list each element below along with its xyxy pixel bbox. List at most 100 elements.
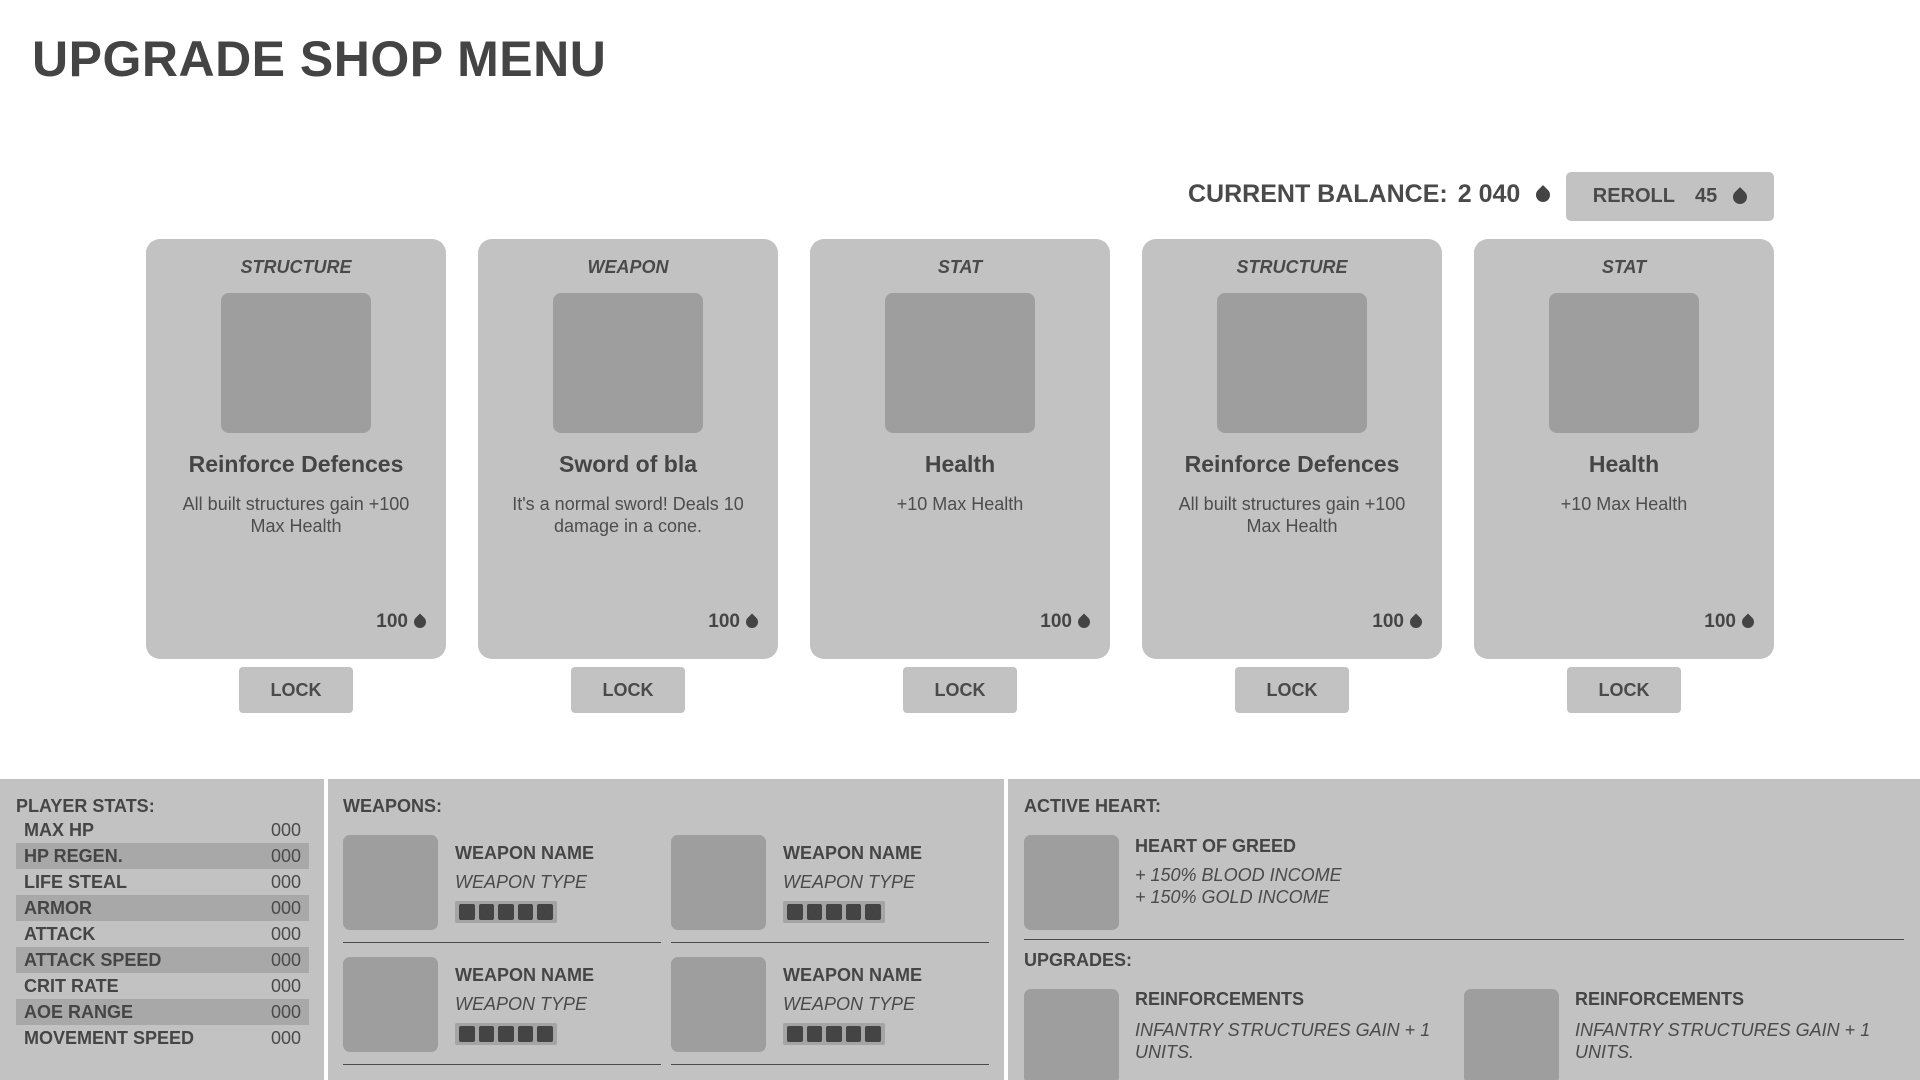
weapon-image-placeholder	[671, 835, 766, 930]
pip	[845, 904, 862, 920]
stat-row: AOE RANGE 000	[16, 999, 309, 1025]
stat-value: 000	[270, 975, 301, 996]
weapon-level-pips	[783, 1023, 885, 1045]
reroll-button[interactable]: REROLL 45	[1566, 172, 1774, 221]
stat-row: CRIT RATE 000	[16, 973, 309, 999]
card-cost: 100	[1704, 611, 1757, 633]
pip	[537, 904, 553, 920]
pip	[537, 1026, 553, 1042]
card-type: STRUCTURE	[1236, 257, 1348, 277]
card-cost: 100	[1040, 611, 1093, 633]
card-type: STAT	[1601, 257, 1647, 277]
pip	[806, 904, 823, 920]
blood-drop-icon	[1407, 613, 1425, 631]
card-name: Reinforce Defences	[188, 451, 404, 477]
shop-card[interactable]: STAT Health +10 Max Health 100	[810, 239, 1110, 659]
weapons-panel: WEAPONS: WEAPON NAME WEAPON TYPE WEAPON …	[328, 779, 1004, 1080]
stat-row: HP REGEN. 000	[16, 843, 309, 869]
card-type: STRUCTURE	[240, 257, 352, 277]
pip	[459, 904, 475, 920]
card-description: It's a normal sword! Deals 10 damage in …	[512, 494, 744, 536]
weapon-type: WEAPON TYPE	[783, 994, 916, 1014]
current-balance: CURRENT BALANCE: 2 040	[1188, 180, 1554, 209]
weapon-slot[interactable]: WEAPON NAME WEAPON TYPE	[343, 957, 661, 1065]
lock-button[interactable]: LOCK	[571, 667, 685, 713]
lock-button[interactable]: LOCK	[903, 667, 1017, 713]
weapon-slot[interactable]: WEAPON NAME WEAPON TYPE	[671, 957, 989, 1065]
card-image-placeholder	[885, 293, 1035, 433]
weapon-name: WEAPON NAME	[455, 965, 594, 985]
stat-label: MAX HP	[24, 819, 95, 840]
reroll-cost: 45	[1694, 185, 1718, 207]
pip	[517, 904, 534, 920]
weapon-name: WEAPON NAME	[455, 843, 594, 863]
card-cost-value: 100	[376, 611, 408, 632]
upgrade-description: INFANTRY STRUCTURES GAIN + 1 UNITS.	[1135, 1020, 1431, 1062]
upgrade-image-placeholder	[1024, 989, 1119, 1080]
card-description: All built structures gain +100 Max Healt…	[1178, 494, 1406, 536]
card-type: WEAPON	[587, 257, 669, 277]
blood-drop-icon	[1739, 613, 1757, 631]
weapon-type: WEAPON TYPE	[783, 872, 916, 892]
lock-button[interactable]: LOCK	[1235, 667, 1349, 713]
weapon-name: WEAPON NAME	[783, 965, 922, 985]
card-name: Health	[924, 451, 996, 477]
card-name: Reinforce Defences	[1184, 451, 1400, 477]
pip	[826, 904, 842, 920]
upgrade-name: REINFORCEMENTS	[1575, 989, 1745, 1009]
card-description: All built structures gain +100 Max Healt…	[182, 494, 410, 536]
card-image-placeholder	[1549, 293, 1699, 433]
stat-label: CRIT RATE	[24, 975, 119, 996]
blood-drop-icon	[743, 613, 761, 631]
stat-label: AOE RANGE	[24, 1001, 134, 1022]
shop-card[interactable]: WEAPON Sword of bla It's a normal sword!…	[478, 239, 778, 659]
active-heart-title: ACTIVE HEART:	[1024, 796, 1162, 816]
card-name: Sword of bla	[559, 451, 697, 477]
blood-drop-icon	[1533, 184, 1554, 205]
upgrades-title: UPGRADES:	[1024, 950, 1133, 970]
stat-value: 000	[270, 897, 301, 918]
card-image-placeholder	[553, 293, 703, 433]
upgrade-image-placeholder	[1464, 989, 1559, 1080]
player-stats-panel: PLAYER STATS: MAX HP 000 HP REGEN. 000 LIF…	[0, 779, 324, 1080]
upgrade-name: REINFORCEMENTS	[1135, 989, 1305, 1009]
card-description: +10 Max Health	[1560, 494, 1688, 514]
shop-card[interactable]: STAT Health +10 Max Health 100	[1474, 239, 1774, 659]
heart-effect: + 150% GOLD INCOME	[1135, 887, 1330, 907]
card-name: Health	[1588, 451, 1660, 477]
stat-row: ATTACK 000	[16, 921, 309, 947]
card-cost: 100	[708, 611, 761, 633]
lock-button[interactable]: LOCK	[1567, 667, 1681, 713]
blood-drop-icon	[411, 613, 429, 631]
weapon-name: WEAPON NAME	[783, 843, 922, 863]
weapon-slot[interactable]: WEAPON NAME WEAPON TYPE	[343, 835, 661, 943]
stat-label: MOVEMENT SPEED	[24, 1027, 195, 1048]
heart-name: HEART OF GREED	[1135, 836, 1297, 856]
balance-label: CURRENT BALANCE:	[1188, 180, 1448, 208]
blood-drop-icon	[1730, 186, 1751, 207]
stat-row: ATTACK SPEED 000	[16, 947, 309, 973]
shop-card[interactable]: STRUCTURE Reinforce Defences All built s…	[146, 239, 446, 659]
player-stats-title: PLAYER STATS:	[16, 796, 155, 816]
stat-value: 000	[270, 845, 301, 866]
reroll-label: REROLL	[1592, 185, 1675, 207]
balance-value: 2 040	[1457, 180, 1521, 208]
upgrade-item[interactable]: REINFORCEMENTS INFANTRY STRUCTURES GAIN …	[1024, 989, 1444, 1080]
pip	[459, 1026, 475, 1042]
weapon-level-pips	[783, 901, 885, 923]
pip	[865, 1026, 881, 1042]
pip	[826, 1026, 842, 1042]
stat-row: MAX HP 000	[16, 817, 309, 843]
pip	[498, 904, 514, 920]
shop-card[interactable]: STRUCTURE Reinforce Defences All built s…	[1142, 239, 1442, 659]
pip	[517, 1026, 534, 1042]
upgrade-item[interactable]: REINFORCEMENTS INFANTRY STRUCTURES GAIN …	[1464, 989, 1884, 1080]
pip	[478, 1026, 495, 1042]
card-cost: 100	[1372, 611, 1425, 633]
stat-value: 000	[270, 1027, 301, 1048]
stat-row: ARMOR 000	[16, 895, 309, 921]
lock-button[interactable]: LOCK	[239, 667, 353, 713]
pip	[787, 904, 803, 920]
stat-label: ATTACK	[24, 923, 96, 944]
weapon-slot[interactable]: WEAPON NAME WEAPON TYPE	[671, 835, 989, 943]
